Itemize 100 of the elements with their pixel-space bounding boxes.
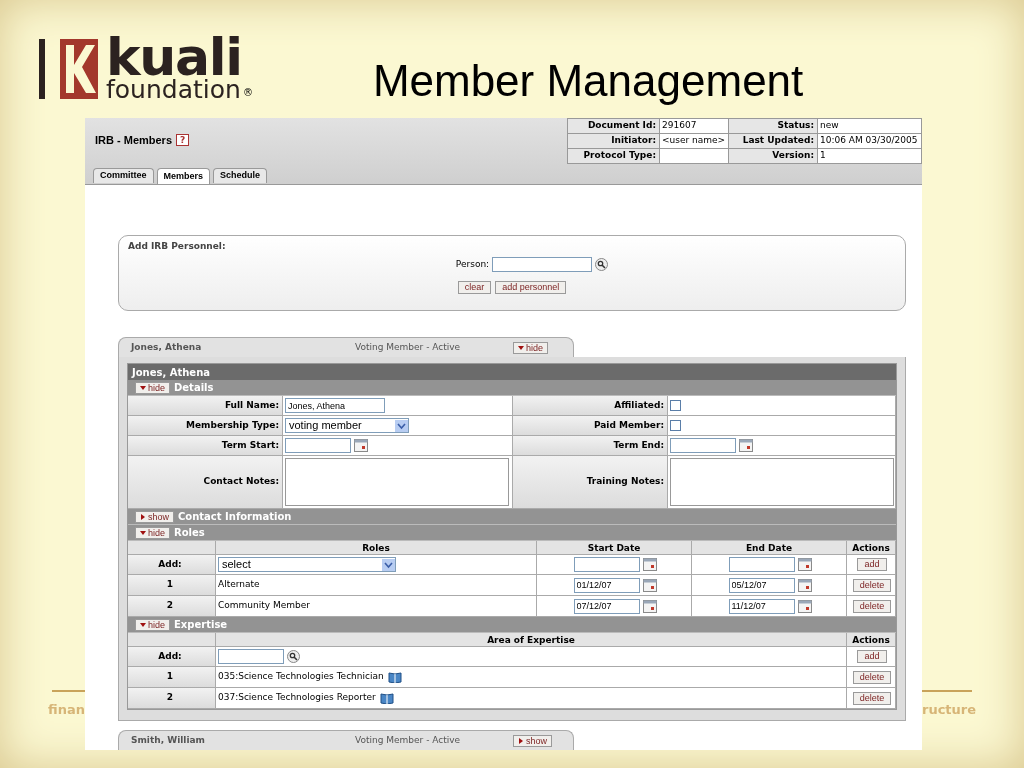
section-title: Roles: [174, 526, 205, 540]
calendar-icon[interactable]: [642, 558, 657, 571]
logo-name: kuali: [106, 36, 243, 78]
info-label: Status:: [729, 119, 818, 134]
help-button[interactable]: ?: [176, 134, 190, 147]
table-cell: 035:Science Technologies Technician: [218, 670, 384, 684]
select-dropdown[interactable]: voting member: [285, 418, 409, 433]
down-triangle-icon: [140, 621, 146, 628]
book-icon[interactable]: [379, 692, 394, 704]
panel-title: Add IRB Personnel:: [128, 239, 227, 253]
select-dropdown[interactable]: select: [218, 557, 396, 572]
column-header: Actions: [847, 633, 896, 647]
row-number: 2: [128, 688, 216, 709]
field-label: Contact Notes:: [128, 456, 283, 509]
right-triangle-icon: [140, 513, 146, 520]
input-field[interactable]: [670, 438, 736, 453]
column-header: Start Date: [537, 541, 692, 555]
member-status: Voting Member - Active: [355, 733, 462, 747]
tab[interactable]: Members: [156, 167, 211, 184]
row-number: 1: [128, 667, 216, 688]
input-field[interactable]: [573, 557, 640, 572]
row-number: 1: [128, 575, 216, 596]
calendar-icon[interactable]: [739, 439, 753, 452]
footer-text: ructure: [922, 701, 977, 719]
calendar-icon[interactable]: [797, 599, 812, 613]
info-label: Version:: [729, 149, 818, 164]
checkbox[interactable]: [670, 420, 681, 431]
section-title: Contact Information: [178, 510, 292, 524]
input-field[interactable]: 07/12/07: [573, 598, 640, 614]
calendar-icon[interactable]: [642, 599, 657, 613]
field-label: Paid Member:: [513, 416, 668, 436]
member-status: Voting Member - Active: [355, 340, 462, 354]
calendar-icon[interactable]: [797, 578, 812, 592]
delete-button[interactable]: delete: [852, 599, 892, 613]
delete-button[interactable]: delete: [852, 578, 892, 592]
footer-text: finan: [48, 701, 85, 719]
delete-button[interactable]: delete: [852, 691, 892, 705]
column-header: Area of Expertise: [216, 633, 847, 647]
toggle-button[interactable]: show: [513, 734, 552, 747]
input-field[interactable]: [492, 257, 593, 273]
down-triangle-icon: [140, 384, 146, 391]
field-label: Term Start:: [128, 436, 283, 456]
tab[interactable]: Committee: [93, 167, 154, 183]
row-label: Add:: [128, 647, 216, 667]
row-number: 2: [128, 596, 216, 617]
search-icon[interactable]: [287, 650, 300, 663]
toggle-button[interactable]: hide: [135, 381, 170, 394]
info-value: 10:06 AM 03/30/2005: [818, 134, 922, 149]
info-value: new: [818, 119, 922, 134]
info-value: 1: [818, 149, 922, 164]
input-field[interactable]: 01/12/07: [573, 577, 640, 593]
search-icon[interactable]: [595, 258, 609, 272]
section-title: Details: [174, 381, 214, 395]
add-button[interactable]: add: [857, 650, 887, 663]
action-button[interactable]: clear: [457, 281, 492, 295]
toggle-button[interactable]: hide: [135, 526, 170, 539]
field-label: Affiliated:: [513, 396, 668, 416]
book-icon[interactable]: [387, 671, 402, 683]
calendar-icon[interactable]: [354, 439, 368, 452]
down-triangle-icon: [140, 529, 146, 536]
toggle-button[interactable]: hide: [135, 618, 170, 631]
input-field[interactable]: 05/12/07: [728, 577, 795, 593]
logo-icon: [36, 37, 100, 101]
input-field[interactable]: [218, 649, 284, 664]
input-field[interactable]: Jones, Athena: [285, 398, 385, 413]
right-triangle-icon: [518, 737, 524, 744]
info-label: Protocol Type:: [568, 149, 660, 164]
page-title: IRB - Members: [95, 133, 173, 148]
input-field[interactable]: [285, 438, 351, 453]
info-label: Document Id:: [568, 119, 660, 134]
section-title: Expertise: [174, 618, 228, 632]
action-button[interactable]: add personnel: [495, 281, 567, 295]
delete-button[interactable]: delete: [852, 670, 892, 684]
down-triangle-icon: [518, 344, 524, 351]
registered-mark: ®: [242, 88, 253, 98]
field-label: Membership Type:: [128, 416, 283, 436]
notes-field[interactable]: [285, 458, 509, 506]
table-cell: Alternate: [216, 575, 537, 596]
column-header: Actions: [847, 541, 896, 555]
notes-field[interactable]: [670, 458, 894, 506]
info-label: Last Updated:: [729, 134, 818, 149]
tab[interactable]: Schedule: [213, 167, 268, 183]
input-field[interactable]: 11/12/07: [728, 598, 795, 614]
table-cell: 037:Science Technologies Reporter: [218, 691, 376, 705]
field-label: Full Name:: [128, 396, 283, 416]
calendar-icon[interactable]: [642, 578, 657, 592]
member-name: Smith, William: [131, 733, 206, 747]
dropdown-arrow-icon: [395, 419, 408, 432]
field-label: Term End:: [513, 436, 668, 456]
add-button[interactable]: add: [857, 558, 887, 571]
column-header: Roles: [216, 541, 537, 555]
column-header: End Date: [692, 541, 847, 555]
toggle-button[interactable]: show: [135, 510, 174, 523]
checkbox[interactable]: [670, 400, 681, 411]
calendar-icon[interactable]: [797, 558, 812, 571]
row-label: Add:: [128, 555, 216, 575]
toggle-button[interactable]: hide: [513, 341, 548, 354]
input-field[interactable]: [728, 557, 795, 572]
slide-title: Member Management: [372, 56, 804, 106]
dropdown-arrow-icon: [382, 558, 395, 571]
